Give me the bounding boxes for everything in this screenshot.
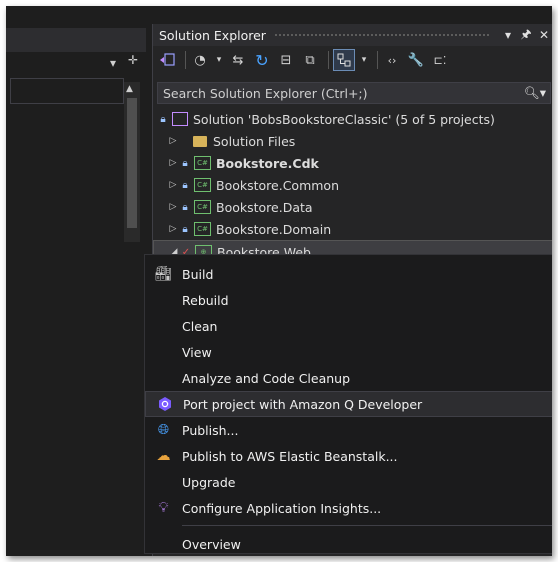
menu-separator bbox=[182, 525, 552, 526]
menu-item-label: Overview bbox=[182, 536, 241, 552]
menu-item-label: Publish to AWS Elastic Beanstalk... bbox=[182, 448, 398, 464]
menu-item-rebuild[interactable]: Rebuild bbox=[145, 287, 552, 313]
pin-icon[interactable]: 🖈 bbox=[517, 25, 535, 46]
scroll-up-icon[interactable]: ▲ bbox=[126, 84, 133, 94]
lock-icon: 🔒︎ bbox=[182, 201, 188, 213]
menu-item-port-project-amazon-q[interactable]: Port project with Amazon Q Developer bbox=[145, 391, 552, 417]
toolbar-separator bbox=[328, 51, 329, 69]
split-icon[interactable]: ✛ bbox=[128, 53, 138, 67]
menu-item-publish[interactable]: 🌐︎ Publish... bbox=[145, 417, 552, 443]
build-icon: 🏭︎ bbox=[154, 266, 173, 282]
menu-item-upgrade[interactable]: Upgrade bbox=[145, 469, 552, 495]
solution-label: Solution 'BobsBookstoreClassic' (5 of 5 … bbox=[193, 111, 495, 127]
tree-item-label: Bookstore.Common bbox=[216, 177, 339, 193]
editor-input[interactable] bbox=[10, 78, 124, 104]
expand-arrow-icon[interactable]: ▷ bbox=[167, 224, 179, 234]
editor-dropdown[interactable] bbox=[6, 28, 146, 52]
menu-item-configure-app-insights[interactable]: 💡︎ Configure Application Insights... bbox=[145, 495, 552, 521]
tree-item-bookstore-cdk[interactable]: ▷ 🔒︎ C# Bookstore.Cdk bbox=[153, 152, 552, 174]
insights-icon: 💡︎ bbox=[158, 500, 169, 516]
menu-item-label: Rebuild bbox=[182, 292, 229, 308]
properties-icon[interactable]: 🔧 bbox=[406, 50, 426, 70]
solution-icon bbox=[172, 112, 188, 126]
solution-tree: 🔒︎ Solution 'BobsBookstoreClassic' (5 of… bbox=[153, 108, 552, 264]
close-icon[interactable]: ✕ bbox=[535, 28, 552, 42]
csharp-project-icon: C# bbox=[194, 200, 211, 214]
chevron-down-icon[interactable]: ▾ bbox=[499, 28, 517, 42]
tree-item-solution-files[interactable]: ▷ Solution Files bbox=[153, 130, 552, 152]
csharp-project-icon: C# bbox=[194, 178, 211, 192]
menu-item-label: Analyze and Code Cleanup bbox=[182, 370, 351, 386]
tree-item-bookstore-data[interactable]: ▷ 🔒︎ C# Bookstore.Data bbox=[153, 196, 552, 218]
menu-item-label: Build bbox=[182, 266, 214, 282]
panel-title: Solution Explorer bbox=[159, 27, 266, 43]
refresh-icon[interactable]: ↻ bbox=[252, 50, 272, 70]
amazon-q-icon bbox=[146, 396, 183, 412]
search-solution-explorer-field[interactable]: Search Solution Explorer (Ctrl+;) 🔍︎▾ bbox=[157, 82, 551, 104]
tree-item-bookstore-common[interactable]: ▷ 🔒︎ C# Bookstore.Common bbox=[153, 174, 552, 196]
tree-item-label: Solution Files bbox=[213, 133, 296, 149]
globe-icon: 🌐︎ bbox=[157, 422, 170, 438]
menu-item-clean[interactable]: Clean bbox=[145, 313, 552, 339]
menu-item-analyze-and-code-cleanup[interactable]: Analyze and Code Cleanup bbox=[145, 365, 552, 391]
tree-item-label: Bookstore.Data bbox=[216, 199, 313, 215]
menu-item-label: Upgrade bbox=[182, 474, 236, 490]
solution-explorer-toolbar: ◔ ▾ ⇆ ↻ ⊟ ⧉ ▾ ‹› 🔧 ⊏⁚ bbox=[153, 46, 552, 74]
editor-scrollbar[interactable]: ▲ bbox=[124, 82, 140, 242]
tree-item-label: Bookstore.Domain bbox=[216, 221, 332, 237]
context-menu: 🏭︎ Build Rebuild Clean View Analyze and … bbox=[144, 254, 552, 554]
expand-arrow-icon[interactable]: ▷ bbox=[167, 158, 179, 168]
menu-item-label: Clean bbox=[182, 318, 218, 334]
back-forward-icon[interactable]: ⇆ bbox=[228, 50, 248, 70]
menu-item-overview[interactable]: Overview bbox=[145, 531, 552, 556]
menu-item-label: Configure Application Insights... bbox=[182, 500, 382, 516]
toolbar-separator bbox=[377, 51, 378, 69]
view-code-icon[interactable]: ‹› bbox=[382, 50, 402, 70]
beanstalk-icon: ☁ bbox=[156, 448, 171, 464]
menu-item-view[interactable]: View bbox=[145, 339, 552, 365]
menu-item-label: View bbox=[182, 344, 212, 360]
menu-item-publish-to-beanstalk[interactable]: ☁ Publish to AWS Elastic Beanstalk... bbox=[145, 443, 552, 469]
pending-changes-icon[interactable]: ◔ bbox=[190, 50, 210, 70]
lock-icon: 🔒︎ bbox=[182, 179, 188, 191]
drag-grip[interactable] bbox=[273, 32, 491, 38]
tree-item-solution[interactable]: 🔒︎ Solution 'BobsBookstoreClassic' (5 of… bbox=[153, 108, 552, 130]
scroll-thumb[interactable] bbox=[127, 98, 137, 228]
chevron-down-icon[interactable]: ▾ bbox=[359, 50, 369, 70]
switch-views-icon[interactable] bbox=[157, 50, 177, 70]
toolbar-separator bbox=[185, 51, 186, 69]
sync-icon[interactable] bbox=[333, 49, 355, 71]
menu-item-build[interactable]: 🏭︎ Build bbox=[145, 261, 552, 287]
csharp-project-icon: C# bbox=[194, 222, 211, 236]
tree-item-label: Bookstore.Cdk bbox=[216, 155, 319, 171]
lock-icon: 🔒︎ bbox=[182, 157, 188, 169]
expand-arrow-icon[interactable]: ▷ bbox=[167, 180, 179, 190]
tree-item-bookstore-domain[interactable]: ▷ 🔒︎ C# Bookstore.Domain bbox=[153, 218, 552, 240]
chevron-down-icon[interactable]: ▾ bbox=[110, 56, 116, 70]
chevron-down-icon[interactable]: ▾ bbox=[214, 50, 224, 70]
expand-arrow-icon[interactable]: ▷ bbox=[167, 202, 179, 212]
menu-item-label: Port project with Amazon Q Developer bbox=[183, 396, 423, 412]
search-placeholder: Search Solution Explorer (Ctrl+;) bbox=[163, 85, 368, 101]
show-all-files-icon[interactable]: ⧉ bbox=[300, 50, 320, 70]
solution-explorer-titlebar: Solution Explorer ▾ 🖈 ✕ bbox=[153, 24, 552, 46]
lock-icon: 🔒︎ bbox=[160, 113, 166, 125]
expand-arrow-icon[interactable]: ▷ bbox=[167, 136, 179, 146]
ide-window: ▾ ⚙ ▾ ✛ ▲ Solution Explorer ▾ 🖈 ✕ ◔ ▾ ⇆ … bbox=[6, 6, 552, 556]
search-icon[interactable]: 🔍︎▾ bbox=[520, 85, 550, 101]
lock-icon: 🔒︎ bbox=[182, 223, 188, 235]
folder-icon bbox=[193, 135, 207, 147]
collapse-all-icon[interactable]: ⊟ bbox=[276, 50, 296, 70]
menu-item-label: Publish... bbox=[182, 422, 239, 438]
preview-icon[interactable]: ⊏⁚ bbox=[430, 50, 450, 70]
csharp-project-icon: C# bbox=[194, 156, 211, 170]
